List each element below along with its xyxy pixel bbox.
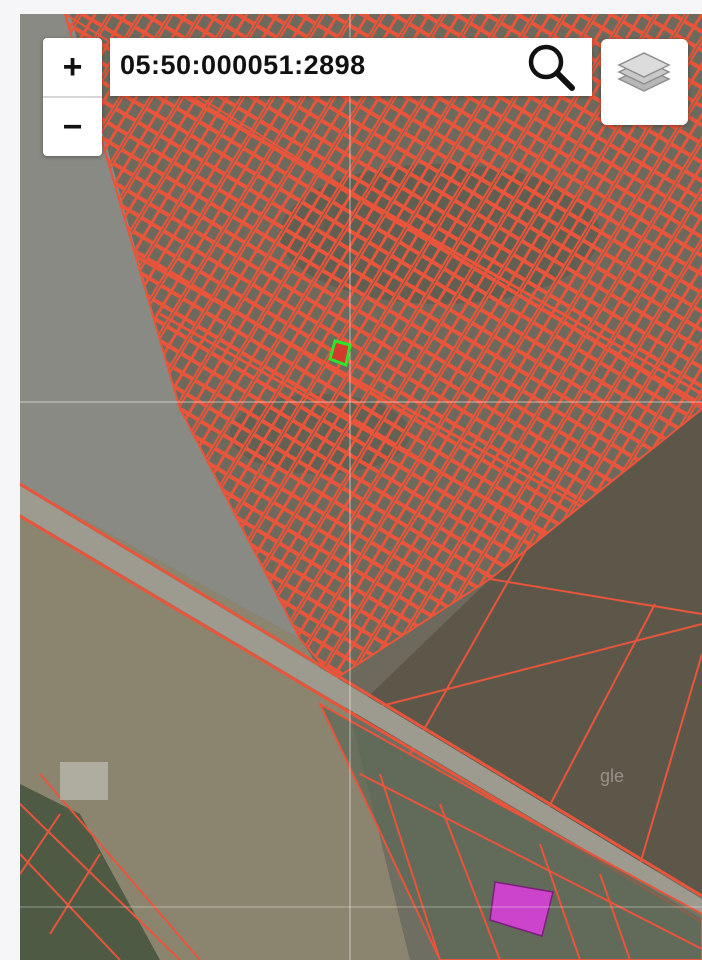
zoom-out-button[interactable]: − xyxy=(43,98,102,156)
search-input[interactable]: 05:50:000051:2898 xyxy=(120,50,366,81)
layers-icon xyxy=(617,52,671,92)
layers-button[interactable] xyxy=(601,39,688,125)
map-attribution: gle xyxy=(600,766,625,786)
satellite-imagery xyxy=(20,14,702,960)
search-icon[interactable] xyxy=(524,40,578,94)
selected-parcel-marker[interactable] xyxy=(325,337,357,369)
zoom-control: + − xyxy=(43,38,102,156)
cadastral-search-bar[interactable]: 05:50:000051:2898 xyxy=(110,38,592,96)
map-canvas[interactable]: gle xyxy=(20,14,702,960)
zoom-in-button[interactable]: + xyxy=(43,38,102,96)
